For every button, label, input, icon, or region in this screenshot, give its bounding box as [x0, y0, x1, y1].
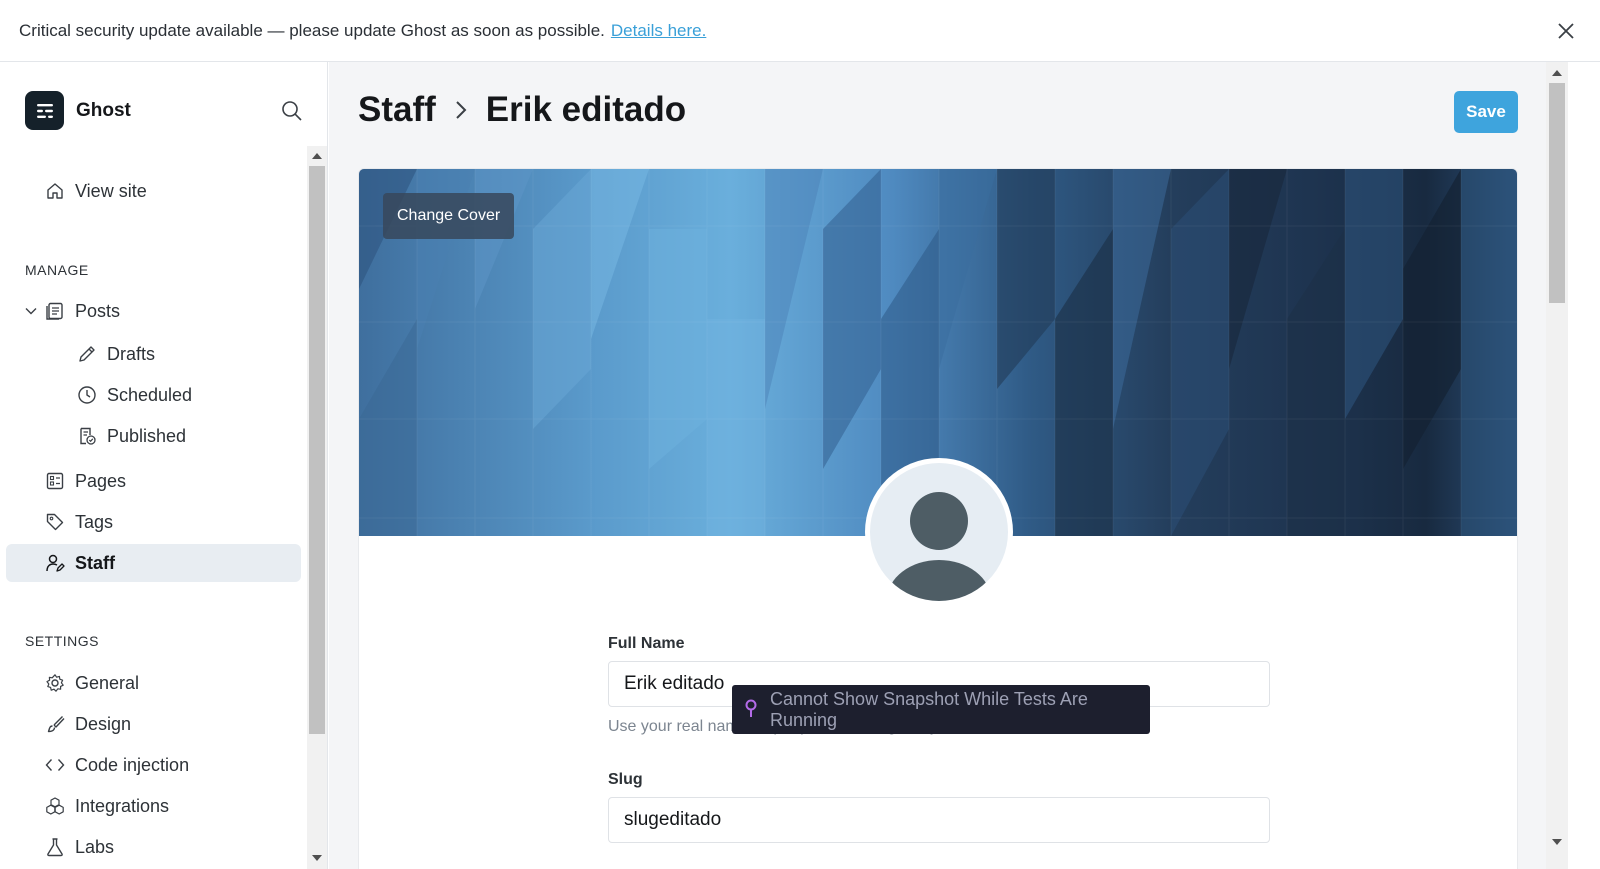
nav-label: Pages — [75, 470, 127, 491]
nav-label: Published — [107, 425, 187, 446]
scroll-up-arrow-icon[interactable] — [312, 153, 322, 159]
full-name-label: Full Name — [608, 635, 685, 652]
staff-icon — [44, 552, 66, 574]
posts-icon — [44, 300, 66, 322]
security-banner: Critical security update available — ple… — [0, 0, 1600, 62]
page-title: Erik editado — [485, 90, 687, 129]
brand[interactable]: Ghost — [25, 91, 131, 130]
user-avatar-icon — [870, 463, 1008, 601]
home-icon — [44, 180, 66, 202]
published-icon — [76, 425, 98, 447]
nav-label: General — [75, 672, 140, 693]
nav-label: Staff — [75, 552, 115, 573]
gear-icon — [44, 672, 66, 694]
integrations-icon — [44, 795, 66, 817]
avatar[interactable] — [865, 458, 1013, 606]
nav-label: View site — [75, 180, 147, 201]
sidebar-scrollbar[interactable] — [307, 146, 327, 869]
save-button[interactable]: Save — [1454, 91, 1518, 133]
nav-item-view-site[interactable]: View site — [6, 172, 301, 210]
nav-label: Integrations — [75, 795, 170, 816]
nav-item-general[interactable]: General — [6, 664, 301, 702]
nav-label: Code injection — [75, 754, 190, 775]
change-cover-button[interactable]: Change Cover — [383, 193, 515, 239]
pencil-icon — [76, 343, 98, 365]
nav-label: Labs — [75, 836, 115, 857]
nav-label: Scheduled — [107, 384, 193, 405]
sidebar: Ghost View site MANAGE Posts Drafts Sche… — [0, 62, 328, 869]
scroll-down-arrow-icon[interactable] — [312, 855, 322, 861]
flask-icon — [44, 836, 66, 858]
window-edge — [1568, 62, 1600, 869]
brush-icon — [44, 713, 66, 735]
nav-item-staff[interactable]: Staff — [6, 544, 301, 582]
nav-item-integrations[interactable]: Integrations — [6, 787, 301, 825]
brand-name: Ghost — [76, 99, 131, 121]
scroll-up-arrow-icon[interactable] — [1552, 70, 1562, 76]
chevron-right-icon — [450, 99, 472, 121]
snapshot-tooltip: Cannot Show Snapshot While Tests Are Run… — [732, 685, 1150, 734]
nav-item-posts[interactable]: Posts — [6, 292, 301, 330]
tooltip-text: Cannot Show Snapshot While Tests Are Run… — [770, 688, 1088, 730]
ghost-logo-icon — [25, 91, 64, 130]
nav-label: Drafts — [107, 343, 156, 364]
nav-item-tags[interactable]: Tags — [6, 503, 301, 541]
breadcrumb: Staff Erik editado — [358, 90, 686, 130]
banner-details-link[interactable]: Details here. — [611, 21, 706, 41]
nav-item-scheduled[interactable]: Scheduled — [6, 376, 301, 414]
main-scrollbar[interactable] — [1546, 62, 1568, 869]
code-icon — [44, 754, 66, 776]
nav-label: Design — [75, 713, 132, 734]
search-icon[interactable] — [281, 100, 303, 122]
sidebar-scrollbar-thumb[interactable] — [309, 166, 325, 734]
nav-label: Tags — [75, 511, 114, 532]
main-scrollbar-thumb[interactable] — [1549, 83, 1565, 303]
scroll-down-arrow-icon[interactable] — [1552, 839, 1562, 845]
profile-card: Change Cover Full Name Erik editado Use … — [358, 168, 1518, 869]
breadcrumb-staff-link[interactable]: Staff — [358, 90, 436, 130]
nav-item-labs[interactable]: Labs — [6, 828, 301, 866]
nav-item-code-injection[interactable]: Code injection — [6, 746, 301, 784]
nav-item-published[interactable]: Published — [6, 417, 301, 455]
banner-message: Critical security update available — ple… — [19, 20, 605, 40]
settings-section-title: SETTINGS — [25, 633, 100, 649]
slug-label: Slug — [608, 771, 643, 788]
nav-label: Posts — [75, 300, 121, 321]
nav-item-design[interactable]: Design — [6, 705, 301, 743]
pin-icon — [745, 699, 757, 717]
clock-icon — [76, 384, 98, 406]
slug-field[interactable]: slugeditado — [608, 797, 1270, 843]
chevron-down-icon[interactable] — [24, 304, 38, 318]
nav-item-pages[interactable]: Pages — [6, 462, 301, 500]
pages-icon — [44, 470, 66, 492]
manage-section-title: MANAGE — [25, 262, 89, 278]
nav-item-drafts[interactable]: Drafts — [6, 335, 301, 373]
main-content: Staff Erik editado Save Change Cover Ful… — [329, 62, 1546, 869]
close-icon[interactable] — [1554, 19, 1578, 43]
tag-icon — [44, 511, 66, 533]
